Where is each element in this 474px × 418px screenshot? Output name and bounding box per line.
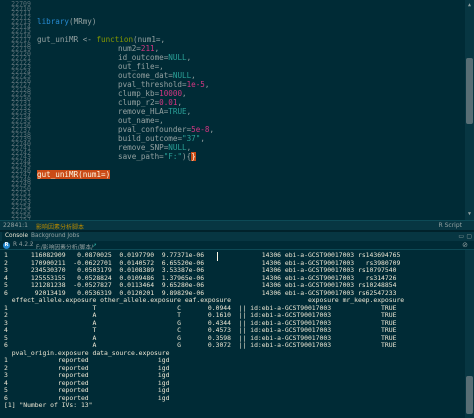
matched-brace: } <box>191 152 196 161</box>
code-line-library[interactable]: library(MRmy) <box>37 17 96 26</box>
param-comma: , <box>191 71 196 80</box>
tab-background-jobs[interactable]: Background Jobs <box>28 232 82 241</box>
editor-scrollbar[interactable]: ▲ ▼ <box>465 0 474 220</box>
param-comma: , <box>159 62 164 71</box>
param-name: build_outcome <box>118 134 178 143</box>
code-line-function-def[interactable]: gut_uniMR <- function(num1=, <box>37 35 165 44</box>
param-comma: , <box>209 125 215 134</box>
param-name: pval_confounder <box>118 125 187 134</box>
param-name: out_name <box>118 116 155 125</box>
tab-console[interactable]: Console <box>2 232 32 241</box>
param-name: clump_r2 <box>118 98 155 107</box>
editor-status-bar: 22841:1 影响因素分析脚本 R Script <box>0 220 474 231</box>
mouse-text-cursor <box>217 252 218 261</box>
line-number-gutter: 22709 22710 22711 22712 22713 22714 22715 22716… <box>0 0 34 220</box>
param-value: 10000 <box>159 89 183 98</box>
param-name: id_outcome <box>118 53 164 62</box>
code-line-parameter[interactable]: pval_threshold=1e-5, <box>118 80 209 89</box>
param-value: 211 <box>140 44 155 53</box>
code-line-parameter[interactable]: remove_SNP=NULL, <box>118 143 191 152</box>
console-line: [1] "Number of IVs: 13" <box>4 401 93 409</box>
param-name: out_file <box>118 62 155 71</box>
param-comma: , <box>154 44 160 53</box>
param-name: clump_kb <box>118 89 155 98</box>
console-scrollbar[interactable] <box>465 250 474 418</box>
param-value: "F:" <box>163 152 183 161</box>
param-name: remove_HLA <box>118 107 164 116</box>
param-value: NULL <box>172 71 192 80</box>
function-call-highlight: gut_uniMR(num1=) <box>37 170 111 179</box>
console-toolbar: R R 4.2.2 · F:/影响因素分析/脚本/ ➚ ⊘ <box>0 241 474 251</box>
param-comma: , <box>186 53 192 62</box>
file-type-selector[interactable]: R Script <box>439 222 462 229</box>
code-line-parameter[interactable]: clump_r2=0.01, <box>118 98 182 107</box>
param-value: 0.01 <box>159 98 178 107</box>
code-line-parameter[interactable]: out_name=, <box>118 116 164 125</box>
code-line-parameter[interactable]: pval_confounder=5e-8, <box>118 125 214 134</box>
param-comma: , <box>159 116 164 125</box>
code-line-parameter[interactable]: out_file=, <box>118 62 164 71</box>
minimize-pane-icon[interactable]: ▭ <box>458 232 464 241</box>
param-value: NULL <box>168 143 187 152</box>
goto-directory-icon[interactable]: ➚ <box>92 242 97 249</box>
param-name: outcome_dat <box>118 71 169 80</box>
code-line-parameter[interactable]: outcome_dat=NULL, <box>118 71 196 80</box>
assign-operator: <- <box>78 35 97 44</box>
param-value: 1e-5 <box>186 80 205 89</box>
param-name: num2 <box>118 44 137 53</box>
library-argument: (MRmy) <box>69 17 97 26</box>
code-editor[interactable]: 22709 22710 22711 22712 22713 22714 22715 22716… <box>0 0 474 220</box>
param-comma: , <box>186 143 192 152</box>
library-function: library <box>37 17 70 26</box>
scroll-up-arrow-icon[interactable]: ▲ <box>466 2 473 9</box>
code-line-call[interactable]: gut_uniMR(num1=) <box>37 170 111 179</box>
console-output[interactable]: 1 116082909 0.0870025 0.0197790 9.77371e… <box>0 250 474 418</box>
code-line-parameter[interactable]: clump_kb=10000, <box>118 89 187 98</box>
function-name: gut_uniMR <box>37 35 79 44</box>
clear-console-icon[interactable]: ⊘ <box>462 241 468 249</box>
param-name: pval_threshold <box>118 80 183 89</box>
param-value: 5e-8 <box>191 125 210 134</box>
function-keyword: function <box>96 35 134 44</box>
param-comma: , <box>182 89 187 98</box>
editor-scrollbar-thumb[interactable] <box>466 58 473 124</box>
param-comma: , <box>177 98 183 107</box>
path-separator: · <box>30 242 32 248</box>
param-value: TRUE <box>168 107 187 116</box>
param-name: save_path <box>118 152 160 161</box>
code-line-parameter[interactable]: remove_HLA=TRUE, <box>118 107 191 116</box>
console-scrollbar-thumb[interactable] <box>466 376 473 414</box>
code-line-parameter[interactable]: id_outcome=NULL, <box>118 53 191 62</box>
r-logo-icon: R <box>3 242 10 249</box>
code-line-parameter[interactable]: build_outcome="37", <box>118 134 205 143</box>
param-comma: , <box>204 80 210 89</box>
maximize-pane-icon[interactable]: ▢ <box>466 232 472 241</box>
param-comma: , <box>186 107 192 116</box>
param-value: "37" <box>182 134 201 143</box>
code-line-save-path[interactable]: save_path="F:"){} <box>118 152 196 161</box>
param-value: NULL <box>168 53 187 62</box>
cursor-position: 22841:1 <box>3 222 28 229</box>
scroll-down-arrow-icon[interactable]: ▼ <box>466 211 473 218</box>
code-line-parameter[interactable]: num2=211, <box>118 44 159 53</box>
console-tab-bar: Console Background Jobs ▭ ▢ <box>0 232 474 241</box>
param-name: remove_SNP <box>118 143 164 152</box>
close-paren-brace: ){ <box>182 152 192 161</box>
param-name: num1 <box>137 35 156 44</box>
param-comma: , <box>200 134 205 143</box>
param-comma: , <box>160 35 166 44</box>
